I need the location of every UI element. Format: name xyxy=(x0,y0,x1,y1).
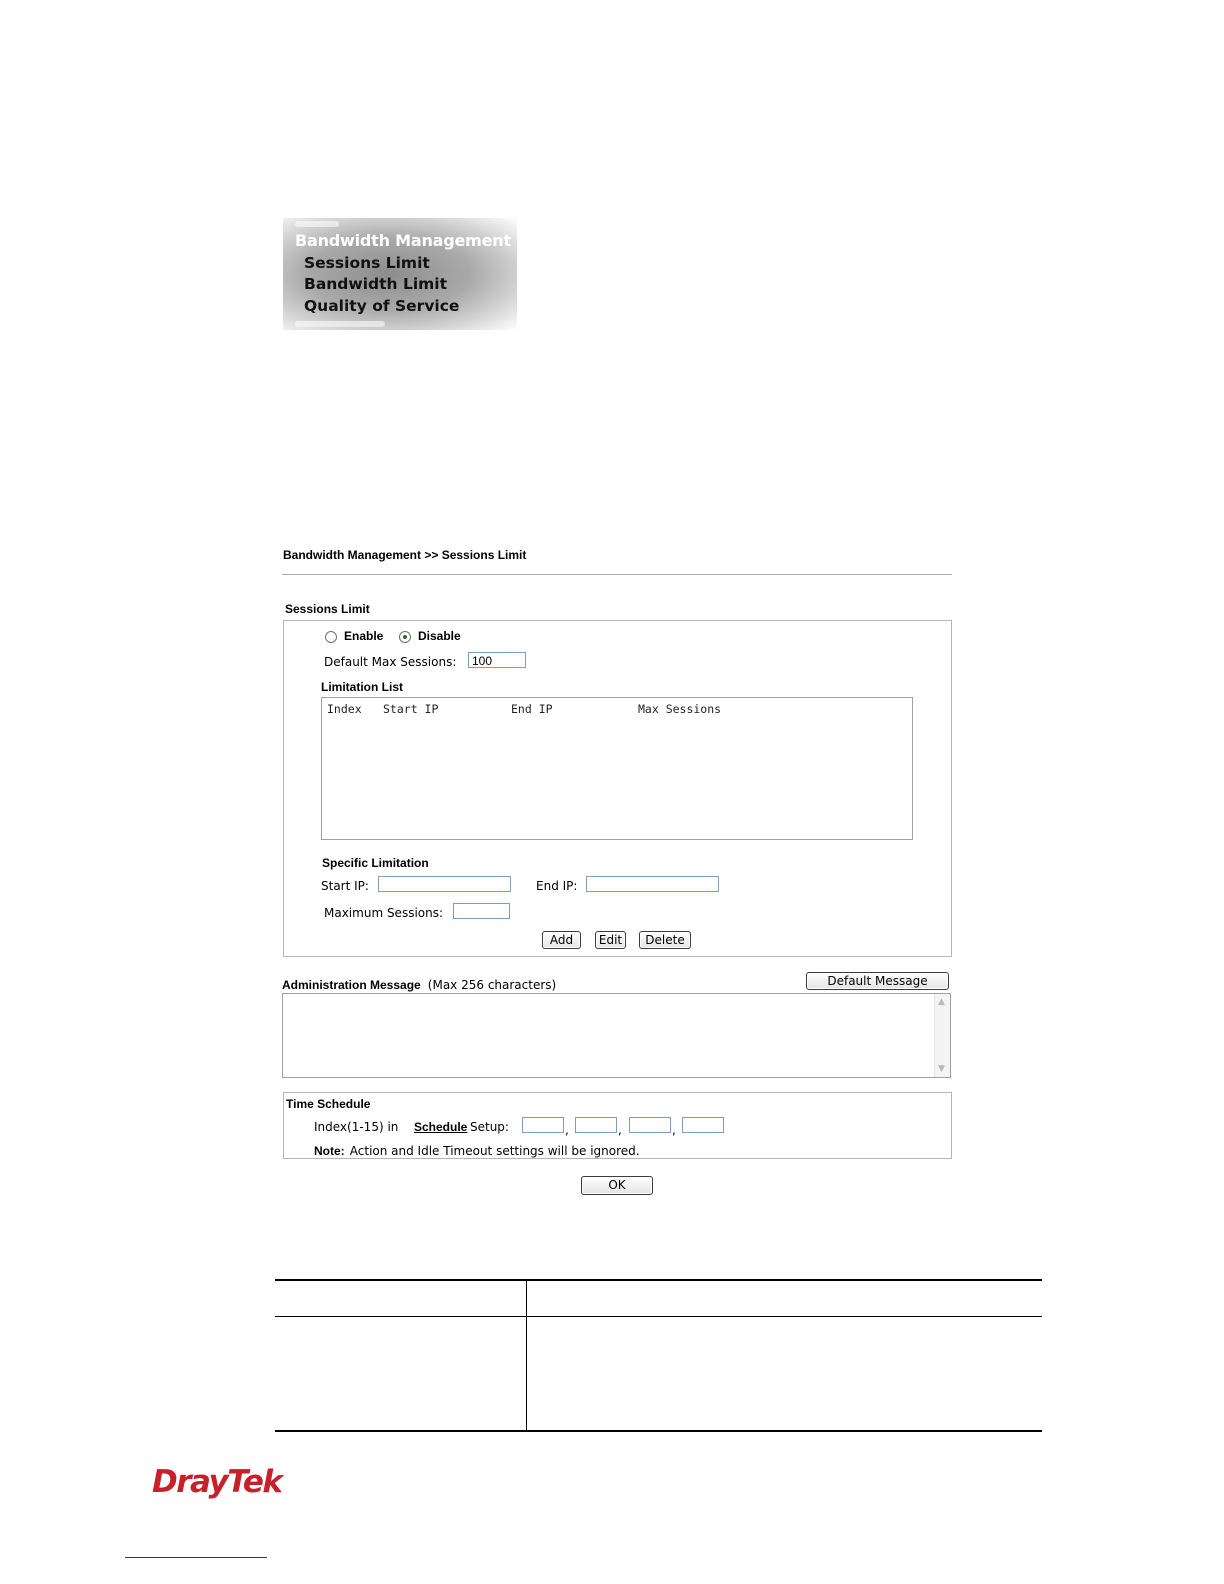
admin-message-textarea[interactable]: ▲ ▼ xyxy=(282,993,951,1078)
schedule-note-label: Note: xyxy=(314,1144,345,1158)
start-ip-input[interactable] xyxy=(378,876,511,892)
schedule-separator: , xyxy=(618,1123,622,1137)
list-column-start-ip: Start IP xyxy=(383,702,439,716)
table-top-rule xyxy=(275,1279,1042,1281)
schedule-index-suffix: Setup: xyxy=(470,1120,509,1134)
menu-title[interactable]: Bandwidth Management xyxy=(295,231,511,250)
specific-limitation-title: Specific Limitation xyxy=(322,856,429,870)
menu-item-bandwidth-limit[interactable]: Bandwidth Limit xyxy=(304,275,447,293)
ok-button[interactable]: OK xyxy=(581,1176,653,1195)
breadcrumb: Bandwidth Management >> Sessions Limit xyxy=(283,548,527,562)
schedule-link[interactable]: Schedule xyxy=(414,1120,467,1134)
admin-message-hint: (Max 256 characters) xyxy=(427,978,557,992)
edit-button[interactable]: Edit xyxy=(595,931,626,949)
enable-label: Enable xyxy=(344,629,384,643)
time-schedule-title: Time Schedule xyxy=(286,1097,371,1111)
menu-item-sessions-limit[interactable]: Sessions Limit xyxy=(304,254,430,272)
admin-message-title: Administration Message xyxy=(282,978,421,992)
menu-faded-item-bottom xyxy=(295,321,385,327)
schedule-index-input-4[interactable] xyxy=(682,1117,724,1133)
draytek-logo: DrayTek xyxy=(152,1464,283,1500)
schedule-index-input-3[interactable] xyxy=(629,1117,671,1133)
list-column-end-ip: End IP xyxy=(511,702,553,716)
limitation-list[interactable]: Index Start IP End IP Max Sessions xyxy=(321,697,913,840)
schedule-note: Note: Action and Idle Timeout settings w… xyxy=(314,1140,640,1159)
sessions-limit-panel: Enable Disable Default Max Sessions: 100… xyxy=(283,620,952,957)
footer-rule xyxy=(125,1557,267,1558)
scroll-down-icon[interactable]: ▼ xyxy=(938,1064,945,1074)
table-column-divider xyxy=(526,1279,527,1432)
schedule-separator: , xyxy=(565,1123,569,1137)
maximum-sessions-input[interactable] xyxy=(453,903,510,919)
table-header-rule xyxy=(275,1316,1042,1317)
admin-message-scrollbar[interactable]: ▲ ▼ xyxy=(934,994,950,1077)
delete-button[interactable]: Delete xyxy=(639,931,691,949)
default-message-button[interactable]: Default Message xyxy=(806,972,949,990)
limitation-list-title: Limitation List xyxy=(321,680,403,694)
list-column-index: Index xyxy=(327,702,362,716)
scroll-up-icon[interactable]: ▲ xyxy=(938,997,945,1007)
default-max-sessions-input[interactable]: 100 xyxy=(468,652,526,668)
table-bottom-rule xyxy=(275,1430,1042,1432)
end-ip-input[interactable] xyxy=(586,876,719,892)
list-column-max-sessions: Max Sessions xyxy=(638,702,722,716)
description-table xyxy=(275,1279,1042,1432)
admin-message-heading: Administration Message (Max 256 characte… xyxy=(282,974,556,993)
schedule-index-prefix: Index(1-15) in xyxy=(314,1120,399,1134)
schedule-index-input-2[interactable] xyxy=(575,1117,617,1133)
sessions-limit-title: Sessions Limit xyxy=(285,602,370,616)
default-max-sessions-label: Default Max Sessions: xyxy=(324,655,457,669)
schedule-index-input-1[interactable] xyxy=(522,1117,564,1133)
start-ip-label: Start IP: xyxy=(321,879,369,893)
disable-radio[interactable] xyxy=(399,631,411,643)
enable-radio[interactable] xyxy=(325,631,337,643)
end-ip-label: End IP: xyxy=(536,879,578,893)
add-button[interactable]: Add xyxy=(542,931,581,949)
schedule-separator: , xyxy=(672,1123,676,1137)
menu-item-quality-of-service[interactable]: Quality of Service xyxy=(304,297,459,315)
maximum-sessions-label: Maximum Sessions: xyxy=(324,906,444,920)
schedule-note-text: Action and Idle Timeout settings will be… xyxy=(349,1144,640,1158)
time-schedule-panel: Time Schedule Index(1-15) in Schedule Se… xyxy=(283,1092,952,1159)
disable-label: Disable xyxy=(418,629,461,643)
menu-screenshot: Bandwidth Management Sessions Limit Band… xyxy=(283,218,517,330)
menu-faded-item-top xyxy=(295,221,339,227)
breadcrumb-divider xyxy=(282,574,952,575)
